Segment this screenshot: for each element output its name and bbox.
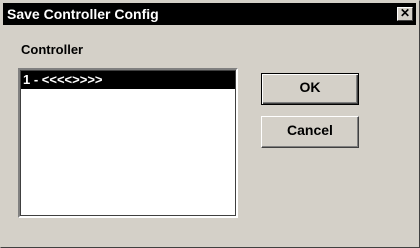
controller-list-item-label: 1 - <<<<>>>>: [23, 72, 103, 87]
ok-button-label: OK: [299, 79, 321, 95]
ok-button[interactable]: OK: [261, 73, 359, 105]
cancel-button-label: Cancel: [287, 122, 333, 138]
window-title: Save Controller Config: [7, 3, 159, 25]
title-bar[interactable]: Save Controller Config ✕: [3, 3, 416, 25]
controller-label: Controller: [21, 42, 84, 57]
controller-listbox[interactable]: 1 - <<<<>>>>: [18, 68, 238, 218]
save-controller-config-dialog: Save Controller Config ✕ Controller 1 - …: [0, 0, 420, 248]
close-icon: ✕: [399, 6, 411, 20]
cancel-button[interactable]: Cancel: [261, 116, 359, 148]
close-button[interactable]: ✕: [397, 7, 413, 21]
controller-list-item[interactable]: 1 - <<<<>>>>: [20, 70, 236, 89]
